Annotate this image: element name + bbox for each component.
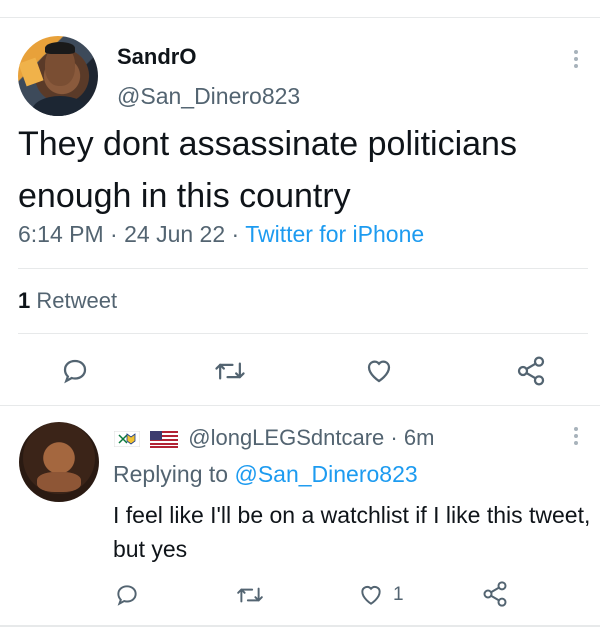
share-icon[interactable] — [481, 580, 509, 608]
replying-to: Replying to @San_Dinero823 — [113, 461, 418, 488]
tweet-source[interactable]: Twitter for iPhone — [245, 221, 424, 247]
divider — [18, 333, 588, 334]
like-icon[interactable] — [358, 582, 384, 608]
author-display-name[interactable]: SandrO — [117, 44, 196, 70]
tweet-date[interactable]: 24 Jun 22 — [124, 221, 225, 247]
meta-separator: · — [390, 425, 398, 450]
share-icon[interactable] — [515, 355, 547, 387]
retweet-stats[interactable]: 1 Retweet — [18, 288, 117, 314]
us-flag-icon — [150, 430, 179, 448]
virgin-islands-flag-icon — [114, 431, 140, 448]
reply-icon[interactable] — [60, 356, 90, 386]
like-icon[interactable] — [364, 356, 394, 386]
author-avatar[interactable] — [18, 36, 98, 116]
more-options-icon[interactable] — [573, 50, 579, 71]
top-divider — [0, 17, 600, 18]
more-options-icon[interactable] — [573, 427, 579, 448]
replying-handle-link[interactable]: @San_Dinero823 — [234, 461, 417, 487]
tweet-meta: 6:14 PM · 24 Jun 22 · Twitter for iPhone — [18, 221, 424, 248]
retweet-icon[interactable] — [214, 356, 246, 386]
meta-separator: · — [110, 221, 118, 247]
tweet-text: They dont assassinate politicians enough… — [18, 125, 517, 215]
meta-separator: · — [231, 221, 240, 247]
retweet-label: Retweet — [36, 288, 118, 313]
divider — [0, 405, 600, 406]
author-handle[interactable]: @San_Dinero823 — [117, 83, 300, 110]
replier-handle[interactable]: @longLEGSdntcare — [188, 425, 384, 450]
retweet-icon[interactable] — [236, 582, 264, 608]
replier-avatar[interactable] — [19, 422, 99, 502]
divider — [18, 268, 588, 269]
reply-header: @longLEGSdntcare · 6m — [114, 425, 434, 451]
tweet-time[interactable]: 6:14 PM — [18, 221, 104, 247]
replying-prefix: Replying to — [113, 461, 229, 487]
like-count: 1 — [393, 584, 404, 605]
reply-text: I feel like I'll be on a watchlist if I … — [113, 502, 591, 562]
reply-icon[interactable] — [114, 582, 140, 608]
retweet-count: 1 — [18, 288, 31, 313]
reply-time[interactable]: 6m — [404, 425, 435, 450]
